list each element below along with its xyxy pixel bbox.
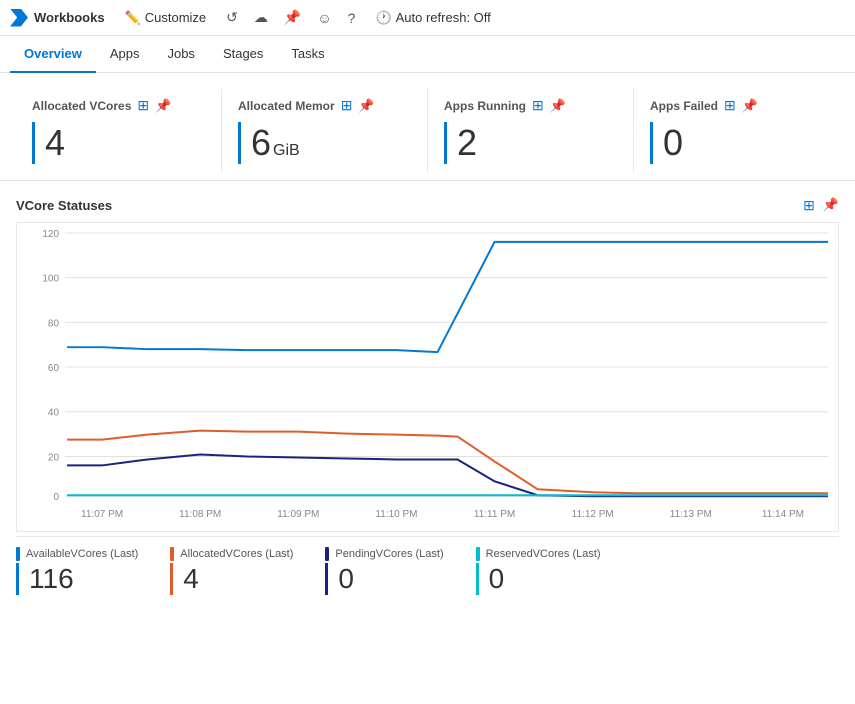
svg-text:120: 120: [42, 229, 59, 240]
auto-refresh-label: Auto refresh: Off: [396, 10, 491, 25]
workbooks-label: Workbooks: [34, 10, 105, 25]
chart-area: 120 100 80 60 40 20 0 11:07 PM 11:08 PM …: [16, 222, 839, 532]
metric-memory-unit: GiB: [273, 142, 300, 160]
metric-apps-running-value: 2: [457, 122, 477, 164]
svg-text:0: 0: [53, 492, 59, 503]
chart-customize-icon[interactable]: ⊞: [803, 197, 815, 214]
metric-memory-title: Allocated Memor: [238, 99, 335, 113]
toolbar: Workbooks ✏️ Customize ↺ ☁ 📌 ☺ ? 🕐 Auto …: [0, 0, 855, 36]
legend-reserved-label: ReservedVCores (Last): [486, 548, 601, 560]
svg-text:60: 60: [48, 363, 60, 374]
chart-header: VCore Statuses ⊞ 📌: [16, 197, 839, 214]
svg-text:11:10 PM: 11:10 PM: [375, 509, 417, 520]
metric-apps-failed-customize-icon[interactable]: ⊞: [724, 97, 736, 114]
metric-vcores-value: 4: [45, 122, 65, 164]
refresh-icon[interactable]: ↺: [226, 9, 238, 26]
metric-memory-value: 6: [251, 122, 271, 164]
svg-text:11:12 PM: 11:12 PM: [572, 509, 614, 520]
metric-allocated-memory: Allocated Memor ⊞ 📌 6 GiB: [222, 89, 428, 172]
metric-apps-failed-value: 0: [663, 122, 683, 164]
legend-pending-value: 0: [325, 563, 443, 595]
svg-text:80: 80: [48, 318, 60, 329]
metric-apps-running: Apps Running ⊞ 📌 2: [428, 89, 634, 172]
svg-text:100: 100: [42, 274, 59, 285]
customize-icon: ✏️: [125, 10, 141, 26]
legend-available-label: AvailableVCores (Last): [26, 548, 138, 560]
svg-text:20: 20: [48, 452, 60, 463]
tab-stages[interactable]: Stages: [209, 36, 277, 73]
metric-memory-pin-icon[interactable]: 📌: [358, 98, 374, 114]
metric-apps-running-title: Apps Running: [444, 99, 526, 113]
auto-refresh-icon: 🕐: [375, 10, 391, 26]
legend-allocated-vcores: AllocatedVCores (Last) 4: [170, 547, 293, 595]
metric-apps-failed: Apps Failed ⊞ 📌 0: [634, 89, 839, 172]
svg-text:11:14 PM: 11:14 PM: [762, 509, 804, 520]
chart-legend: AvailableVCores (Last) 116 AllocatedVCor…: [16, 536, 839, 599]
metric-vcores-pin-icon[interactable]: 📌: [155, 98, 171, 114]
legend-allocated-value: 4: [170, 563, 293, 595]
customize-label: Customize: [145, 10, 206, 25]
workbooks-button[interactable]: Workbooks: [10, 9, 105, 27]
metric-vcores-customize-icon[interactable]: ⊞: [137, 97, 149, 114]
chart-title: VCore Statuses: [16, 198, 112, 213]
cloud-icon[interactable]: ☁: [254, 9, 268, 26]
metric-memory-customize-icon[interactable]: ⊞: [341, 97, 353, 114]
legend-reserved-vcores: ReservedVCores (Last) 0: [476, 547, 601, 595]
legend-allocated-color: [170, 547, 174, 561]
customize-button[interactable]: ✏️ Customize: [121, 10, 211, 26]
metric-apps-running-pin-icon[interactable]: 📌: [550, 98, 566, 114]
metric-apps-failed-title: Apps Failed: [650, 99, 718, 113]
legend-pending-vcores: PendingVCores (Last) 0: [325, 547, 443, 595]
svg-text:11:11 PM: 11:11 PM: [474, 509, 515, 520]
metric-allocated-vcores: Allocated VCores ⊞ 📌 4: [16, 89, 222, 172]
tab-overview[interactable]: Overview: [10, 36, 96, 73]
chart-pin-icon[interactable]: 📌: [823, 197, 839, 214]
auto-refresh-control[interactable]: 🕐 Auto refresh: Off: [375, 10, 490, 26]
legend-available-color: [16, 547, 20, 561]
svg-text:11:07 PM: 11:07 PM: [81, 509, 123, 520]
vcore-chart-svg: 120 100 80 60 40 20 0 11:07 PM 11:08 PM …: [17, 223, 838, 531]
svg-text:11:09 PM: 11:09 PM: [277, 509, 319, 520]
pin-icon[interactable]: 📌: [284, 9, 301, 26]
legend-pending-label: PendingVCores (Last): [335, 548, 443, 560]
legend-allocated-label: AllocatedVCores (Last): [180, 548, 293, 560]
emoji-icon[interactable]: ☺: [317, 10, 331, 26]
workbooks-icon: [10, 9, 28, 27]
legend-pending-color: [325, 547, 329, 561]
svg-text:11:13 PM: 11:13 PM: [670, 509, 712, 520]
tab-tasks[interactable]: Tasks: [277, 36, 338, 73]
metric-apps-running-customize-icon[interactable]: ⊞: [532, 97, 544, 114]
metric-apps-failed-pin-icon[interactable]: 📌: [742, 98, 758, 114]
svg-text:40: 40: [48, 408, 60, 419]
tab-jobs[interactable]: Jobs: [153, 36, 208, 73]
legend-available-value: 116: [16, 563, 138, 595]
chart-section: VCore Statuses ⊞ 📌 120 100 80 60 40 20 0…: [0, 181, 855, 615]
metrics-row: Allocated VCores ⊞ 📌 4 Allocated Memor ⊞…: [0, 73, 855, 181]
svg-text:11:08 PM: 11:08 PM: [179, 509, 221, 520]
help-icon[interactable]: ?: [348, 10, 356, 26]
legend-available-vcores: AvailableVCores (Last) 116: [16, 547, 138, 595]
nav-tabs: Overview Apps Jobs Stages Tasks: [0, 36, 855, 73]
tab-apps[interactable]: Apps: [96, 36, 154, 73]
legend-reserved-color: [476, 547, 480, 561]
metric-vcores-title: Allocated VCores: [32, 99, 131, 113]
legend-reserved-value: 0: [476, 563, 601, 595]
